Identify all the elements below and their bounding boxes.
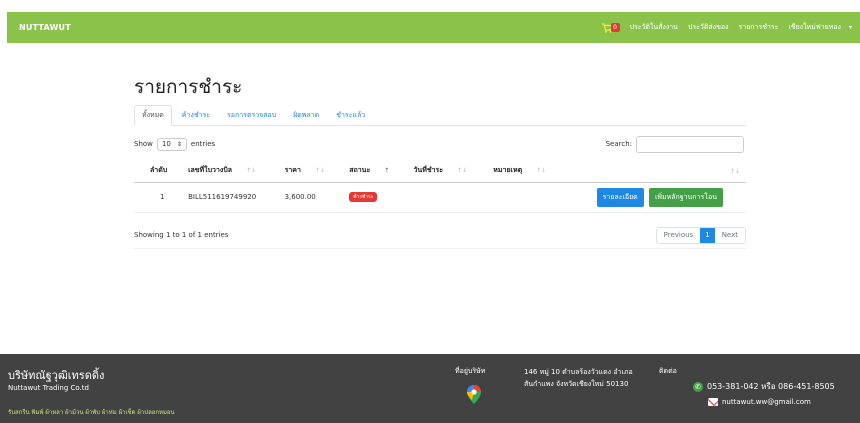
row-note [477, 182, 557, 213]
show-label: Show [134, 140, 153, 148]
nav-delivery-history[interactable]: ประวัติส่งของ [688, 22, 729, 33]
col-paid-date[interactable]: วันที่ชำระ ↑↓ [397, 160, 478, 183]
col-price[interactable]: ราคา ↑↓ [268, 160, 334, 183]
tab-all[interactable]: ทั้งหมด [134, 105, 172, 126]
phone-icon: ✆ [693, 381, 703, 392]
top-navbar: NUTTAWUT 0 ประวัติในสั่งงาน ประวัติส่งขอ… [7, 12, 860, 43]
nav-order-history[interactable]: ประวัติในสั่งงาน [630, 22, 678, 33]
row-price: 3,600.00 [268, 182, 334, 213]
table-footer: Showing 1 to 1 of 1 entries Previous 1 N… [134, 223, 746, 249]
table-row: 1 BILL511619749920 3,600.00 ค้างชำระ ราย… [134, 182, 746, 213]
add-transfer-proof-button[interactable]: เพิ่มหลักฐานการโอน [648, 187, 723, 207]
table-info: Showing 1 to 1 of 1 entries [134, 231, 229, 239]
search-input[interactable] [636, 135, 744, 153]
sort-icon: ↑↓ [729, 167, 740, 175]
footer-services: รับสกรีน พิมพ์ ผ้าหลา ผ้าม้วน ผ้าพับ ผ้า… [8, 409, 175, 416]
page-title: รายการชำระ [134, 76, 243, 98]
tab-unpaid[interactable]: ค้างชำระ [175, 106, 217, 125]
nav-user-menu[interactable]: เชียงใหม่ฟายทอง [788, 22, 841, 33]
footer-address-line: สันกำแพง จังหวัดเชียงใหม่ 50130 [524, 380, 629, 388]
footer-phone: ✆ 053-381-042 หรือ 086-451-8505 [693, 380, 835, 393]
details-button[interactable]: รายละเอียด [596, 187, 644, 207]
col-bill-no[interactable]: เลขที่ใบวางบิล ↑↓ [172, 160, 269, 183]
site-footer: บริษัทณัฐวุฒิเทรดดิ้ง Nuttawut Trading C… [0, 354, 860, 423]
page-1-button[interactable]: 1 [700, 227, 715, 243]
col-actions[interactable]: ↑↓ [556, 160, 746, 183]
footer-address-line: 146 หมู่ 10 ตำบลร้องวัวแดง อำเภอ [524, 368, 633, 376]
footer-contact-title: ติดต่อ [659, 367, 677, 375]
table-search: Search: [605, 135, 744, 153]
row-bill-no: BILL511619749920 [172, 182, 269, 213]
map-pin-icon[interactable] [467, 385, 481, 404]
footer-address-title: ที่อยู่บริษัท [455, 367, 486, 375]
search-label: Search: [605, 140, 632, 148]
payment-tabs: ทั้งหมด ค้างชำระ รอการตรวจสอบ ผิดพลาด ชำ… [134, 105, 746, 126]
page-length-value: 10 [161, 140, 171, 148]
footer-phone-number: 053-381-042 หรือ 086-451-8505 [707, 382, 835, 391]
chevron-down-icon[interactable]: ▾ [849, 24, 852, 31]
footer-email: nuttawut.ww@gmail.com [708, 398, 811, 406]
previous-page-button[interactable]: Previous [657, 228, 701, 243]
cart-count-badge: 0 [610, 23, 620, 32]
footer-address: 146 หมู่ 10 ตำบลร้องวัวแดง อำเภอ สันกำแพ… [524, 366, 633, 390]
col-status[interactable]: สถานะ ↑ [333, 160, 398, 183]
tab-error[interactable]: ผิดพลาด [286, 106, 326, 125]
brand-logo[interactable]: NUTTAWUT [19, 23, 71, 32]
select-arrows-icon: ⇕ [176, 140, 182, 148]
status-badge: ค้างชำระ [349, 192, 378, 202]
main-content: รายการชำระ ทั้งหมด ค้างชำระ รอการตรวจสอบ… [134, 72, 746, 249]
entries-label: entries [190, 140, 216, 148]
sort-icon: ↑↓ [457, 167, 468, 175]
row-actions: รายละเอียด เพิ่มหลักฐานการโอน [556, 182, 746, 213]
footer-company-name-th: บริษัทณัฐวุฒิเทรดดิ้ง [8, 369, 105, 382]
tab-pending-review[interactable]: รอการตรวจสอบ [220, 106, 283, 125]
sort-icon: ↑↓ [536, 167, 547, 175]
row-status: ค้างชำระ [333, 182, 398, 213]
sort-asc-icon: ↑ [384, 167, 390, 175]
pagination: Previous 1 Next [655, 226, 746, 244]
page-length-control: Show 10 ⇕ entries [134, 137, 216, 151]
next-page-button[interactable]: Next [715, 228, 745, 243]
table-controls: Show 10 ⇕ entries Search: [134, 132, 746, 156]
navbar-right: 0 ประวัติในสั่งงาน ประวัติส่งของ รายการช… [601, 22, 852, 33]
row-index: 1 [134, 182, 173, 213]
cart-button[interactable]: 0 [601, 22, 620, 33]
nav-payments[interactable]: รายการชำระ [739, 22, 779, 33]
row-paid-date [397, 182, 478, 213]
sort-icon: ↑↓ [246, 167, 257, 175]
page-length-select[interactable]: 10 ⇕ [156, 137, 187, 151]
col-index[interactable]: ลำดับ [134, 160, 173, 183]
footer-company-name-en: Nuttawut Trading Co.td [8, 384, 89, 392]
payments-table: ลำดับ เลขที่ใบวางบิล ↑↓ ราคา ↑↓ สถานะ ↑ วัน… [134, 160, 746, 213]
mail-icon [708, 398, 718, 406]
table-header-row: ลำดับ เลขที่ใบวางบิล ↑↓ ราคา ↑↓ สถานะ ↑ วัน… [134, 160, 746, 183]
footer-email-address: nuttawut.ww@gmail.com [722, 398, 811, 406]
sort-icon: ↑↓ [314, 167, 325, 175]
tab-paid[interactable]: ชำระแล้ว [329, 106, 372, 125]
col-note[interactable]: หมายเหตุ ↑↓ [477, 160, 557, 183]
